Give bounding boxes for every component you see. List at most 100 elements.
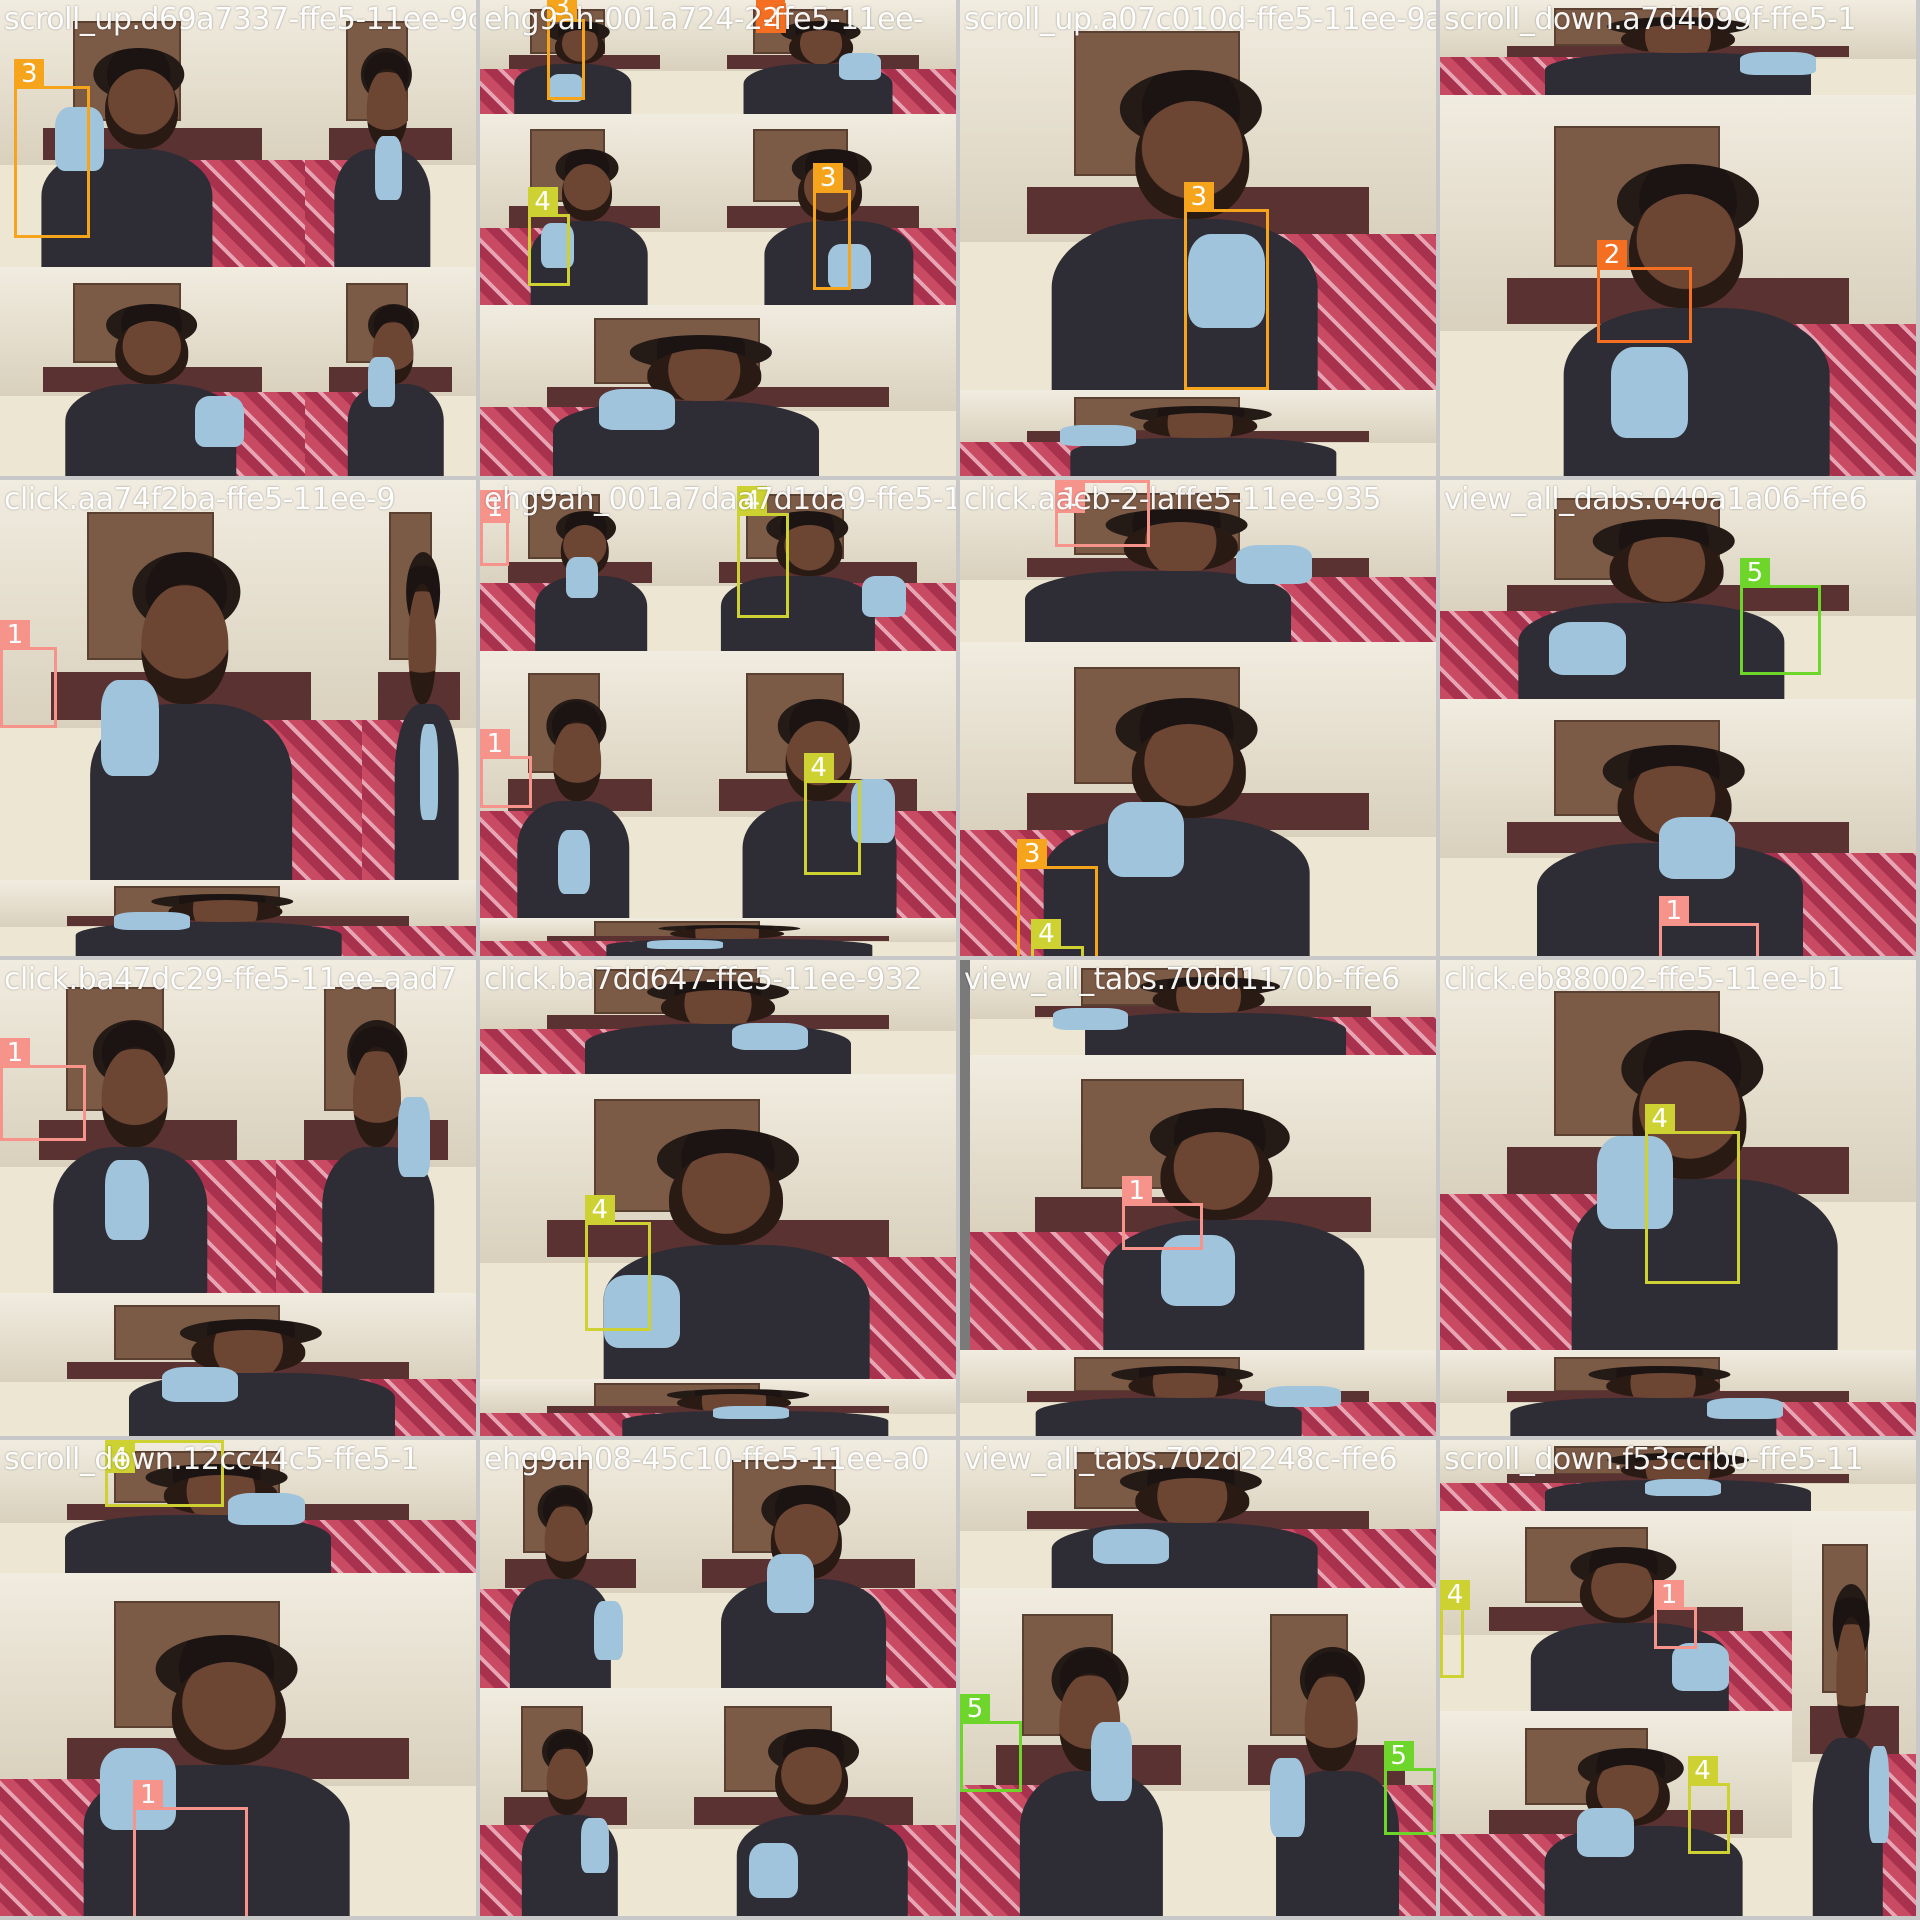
webcam-frame — [480, 1074, 956, 1379]
class-label: 4 — [527, 187, 558, 218]
gloved-hand — [1093, 1528, 1170, 1564]
bounding-box: 4 — [1687, 1755, 1731, 1855]
tile-filename: click.eb88002-ffe5-11ee-b1 — [1444, 962, 1845, 997]
gloved-hand — [1549, 622, 1626, 675]
webcam-frame — [276, 960, 476, 1294]
tile-filename: ehg9ah08-45c10-ffe5-11ee-a0 — [484, 1442, 930, 1477]
webcam-frame — [361, 480, 476, 880]
class-label: 1 — [0, 1037, 30, 1068]
gloved-hand — [767, 1553, 815, 1614]
gloved-hand — [862, 575, 907, 618]
tile-filename: ehg9ah-001a724-2-ffe5-11ee- — [484, 2, 924, 37]
gloved-hand — [565, 557, 598, 599]
gloved-hand — [599, 388, 676, 430]
webcam-frame — [1792, 1511, 1916, 1916]
bounding-box: 1 — [133, 1779, 248, 1916]
bounding-box: 4 — [803, 752, 861, 876]
class-label: 3 — [813, 163, 844, 194]
webcam-frame — [1440, 1511, 1793, 1712]
gloved-hand — [1264, 1386, 1341, 1407]
tile-filename: click.ba7dd647-ffe5-11ee-932 — [484, 962, 922, 997]
gloved-hand — [420, 723, 439, 820]
webcam-frame — [480, 1378, 956, 1436]
bounding-box: 1 — [1658, 895, 1759, 956]
bounding-box: 3 — [14, 58, 91, 238]
tile-filename: scroll_up.a07c010d-ffe5-11ee-9a — [964, 2, 1436, 37]
person-head — [546, 1746, 588, 1816]
gloved-hand — [1053, 1007, 1129, 1031]
gloved-hand — [581, 1817, 609, 1873]
bounding-box: 3 — [1183, 182, 1270, 391]
webcam-frame — [960, 1350, 1436, 1436]
mosaic-tile: ehg9ah_001a7daa7d1da9-ffe5-1 1 4 1 4 — [480, 480, 956, 956]
gloved-hand — [1269, 1758, 1305, 1838]
gloved-hand — [646, 940, 723, 950]
mosaic-tile: scroll_up.d69a7337-ffe5-11ee-9c8... 3 — [0, 0, 476, 476]
gloved-hand — [1868, 1746, 1889, 1844]
gloved-hand — [557, 829, 590, 894]
class-label: 4 — [1031, 919, 1062, 950]
webcam-frame — [304, 266, 476, 476]
bounding-box: 1 — [1121, 1175, 1203, 1251]
webcam-frame — [969, 1055, 1436, 1351]
bounding-box: 5 — [960, 1693, 1022, 1793]
gloved-hand — [1706, 1398, 1783, 1419]
tile-filename: view_all_tabs.702d2248c-ffe6 — [964, 1442, 1398, 1477]
webcam-frame — [304, 0, 476, 267]
person-head — [408, 583, 436, 704]
bounding-box: 4 — [737, 486, 790, 619]
gloved-hand — [838, 52, 882, 80]
gloved-hand — [732, 1022, 809, 1051]
bounding-box: 4 — [1440, 1579, 1470, 1678]
person-head — [1579, 1563, 1665, 1624]
person-head — [101, 1046, 168, 1147]
webcam-frame — [480, 1687, 652, 1916]
class-label: 4 — [1687, 1755, 1718, 1786]
class-label: 1 — [1658, 895, 1689, 926]
bounding-box: 1 — [0, 1037, 86, 1141]
person-body — [1051, 1522, 1318, 1588]
mosaic-tile: click.aaeb-2-laffe5-11ee-935 1 3 4 — [960, 480, 1436, 956]
bounding-box: 2 — [1597, 239, 1693, 343]
tile-filename: scroll_down.12cc44c5-ffe5-1 — [4, 1442, 420, 1477]
bounding-box: 4 — [584, 1194, 652, 1332]
webcam-frame — [0, 1293, 476, 1436]
person-head — [115, 321, 189, 384]
gloved-hand — [1672, 1643, 1729, 1692]
person-body — [1035, 1398, 1302, 1436]
class-label: 5 — [960, 1693, 990, 1724]
class-label: 1 — [1654, 1579, 1685, 1610]
tile-filename: view_all_tabs.70dd1170b-ffe6 — [964, 962, 1400, 997]
tile-filename: click.aaeb-2-laffe5-11ee-935 — [964, 482, 1381, 517]
person-head — [544, 1504, 588, 1579]
mosaic-grid: scroll_up.d69a7337-ffe5-11ee-9c8... 3 ehg9… — [0, 0, 1920, 1920]
mosaic-tile: scroll_down.12cc44c5-ffe5-1 4 1 — [0, 1440, 476, 1916]
bounding-box: 5 — [1383, 1741, 1436, 1836]
person-head — [1128, 1372, 1243, 1399]
mosaic-tile: ehg9ah-001a724-2-ffe5-11ee- 3 3 4 2 — [480, 0, 956, 476]
bounding-box: 4 — [1644, 1104, 1740, 1284]
tile-filename: click.aa74f2ba-ffe5-11ee-9 — [4, 482, 395, 517]
gloved-hand — [1091, 1722, 1133, 1802]
tile-filename: scroll_down.f53ccfb0-ffe5-11 — [1444, 1442, 1864, 1477]
webcam-frame — [480, 917, 956, 956]
mosaic-tile: view_all_tabs.702d2248c-ffe6 5 5 — [960, 1440, 1436, 1916]
gloved-hand — [713, 1405, 790, 1420]
person-head — [1143, 412, 1258, 439]
mosaic-tile: click.aa74f2ba-ffe5-11ee-9 1 — [0, 480, 476, 956]
mosaic-tile: view_all_tabs.70dd1170b-ffe6 1 — [960, 960, 1436, 1436]
gloved-hand — [114, 911, 191, 931]
gloved-hand — [368, 356, 396, 407]
class-label: 1 — [133, 1779, 164, 1810]
person-head — [668, 1153, 784, 1245]
gloved-hand — [161, 1367, 238, 1402]
bounding-box: 1 — [480, 729, 533, 809]
gloved-hand — [374, 135, 403, 200]
class-label: 3 — [14, 58, 45, 89]
webcam-frame — [480, 114, 690, 305]
webcam-frame — [1440, 1350, 1916, 1436]
person-head — [1836, 1616, 1867, 1738]
mosaic-tile: scroll_down.a7d4b99f-ffe5-1 2 — [1440, 0, 1916, 476]
mosaic-tile: click.ba7dd647-ffe5-11ee-932 4 — [480, 960, 956, 1436]
gloved-hand — [1644, 1479, 1721, 1497]
